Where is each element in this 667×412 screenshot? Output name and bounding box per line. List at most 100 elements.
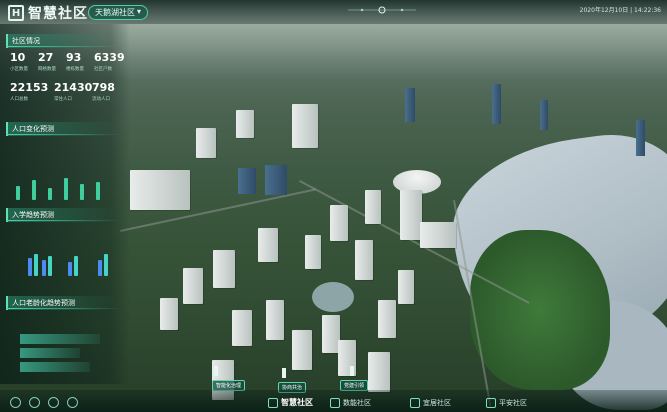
datetime-display: 2020年12月10日 | 14:22:36 bbox=[579, 7, 661, 14]
community-selector[interactable]: 天鹅湖社区 ▾ bbox=[88, 5, 148, 20]
stat-item: 798 流动人口 bbox=[92, 81, 120, 103]
nav-smart-community[interactable]: 智慧社区 bbox=[268, 397, 313, 408]
community-selector-value: 天鹅湖社区 bbox=[95, 8, 135, 17]
stat-item: 22153 人口总数 bbox=[10, 81, 49, 103]
data-icon bbox=[330, 398, 340, 408]
building bbox=[292, 104, 318, 148]
stat-value: 798 bbox=[92, 81, 115, 94]
divider bbox=[6, 308, 121, 309]
stat-value: 6339 bbox=[94, 51, 125, 64]
building bbox=[196, 128, 216, 158]
building bbox=[236, 110, 254, 138]
nav-livable-community[interactable]: 宜居社区 bbox=[410, 398, 451, 408]
building-icon bbox=[268, 397, 278, 408]
building bbox=[305, 235, 321, 269]
building bbox=[160, 298, 178, 330]
building bbox=[400, 190, 422, 240]
chart-bar bbox=[20, 334, 100, 344]
building bbox=[213, 250, 235, 288]
home-icon[interactable] bbox=[10, 397, 21, 408]
chart-bar bbox=[48, 188, 52, 200]
stat-value: 22153 bbox=[10, 81, 49, 94]
chart-bar bbox=[74, 256, 78, 276]
stat-value: 10 bbox=[10, 51, 26, 64]
nav-label: 宜居社区 bbox=[423, 399, 451, 407]
nav-label: 平安社区 bbox=[499, 399, 527, 407]
residential-pond bbox=[312, 282, 354, 312]
building bbox=[368, 352, 390, 392]
top-bar: H 智慧社区 天鹅湖社区 ▾ 2020年12月10日 | 14:22:36 bbox=[0, 0, 667, 24]
stat-item: 27 网格数量 bbox=[38, 52, 66, 73]
stat-item: 21430 常住人口 bbox=[54, 81, 93, 103]
stat-value: 93 bbox=[66, 51, 82, 64]
tower bbox=[636, 120, 645, 156]
nav-safe-community[interactable]: 平安社区 bbox=[486, 398, 527, 408]
stat-item: 93 楼栋数量 bbox=[66, 51, 94, 73]
stat-label: 楼栋数量 bbox=[66, 67, 84, 72]
quick-tools bbox=[10, 397, 78, 408]
building bbox=[398, 270, 414, 304]
nav-data-community[interactable]: 数能社区 bbox=[330, 398, 371, 408]
stat-item: 6339 社区户数 bbox=[94, 51, 125, 73]
left-panel: 社区情况 10 小区数量 27 网格数量 93 楼栋数量 6339 社区户数 2… bbox=[0, 24, 130, 384]
nav-label: 数能社区 bbox=[343, 399, 371, 407]
stat-label: 人口总数 bbox=[10, 97, 28, 102]
stat-label: 小区数量 bbox=[10, 67, 28, 72]
settings-icon[interactable] bbox=[67, 397, 78, 408]
map-pin[interactable] bbox=[282, 368, 286, 378]
building bbox=[355, 240, 373, 280]
chart-bar bbox=[68, 262, 72, 276]
building bbox=[183, 268, 203, 304]
chart-bar bbox=[96, 182, 100, 200]
chart-bar bbox=[28, 258, 32, 276]
divider bbox=[6, 46, 121, 47]
tower bbox=[540, 100, 548, 130]
map-pin[interactable] bbox=[350, 366, 354, 376]
chart-bar bbox=[104, 254, 108, 276]
building bbox=[378, 300, 396, 338]
chart-bar bbox=[80, 184, 84, 200]
chart-bar bbox=[20, 362, 90, 372]
tower bbox=[405, 88, 415, 122]
tower bbox=[492, 84, 501, 124]
home-icon bbox=[410, 398, 420, 408]
tower bbox=[238, 168, 256, 194]
chart-bar bbox=[16, 186, 20, 200]
building bbox=[292, 330, 312, 370]
stat-label: 常住人口 bbox=[54, 97, 72, 102]
stat-label: 网格数量 bbox=[38, 67, 56, 72]
stat-value: 21430 bbox=[54, 81, 93, 94]
chevron-down-icon: ▾ bbox=[136, 7, 141, 16]
building bbox=[130, 170, 190, 210]
map-pin[interactable] bbox=[214, 366, 218, 376]
stat-label: 社区户数 bbox=[94, 67, 112, 72]
stat-item: 10 小区数量 bbox=[10, 51, 38, 73]
chart-bar bbox=[34, 254, 38, 276]
stat-label: 流动人口 bbox=[92, 97, 110, 102]
aging-trend-chart[interactable] bbox=[8, 316, 118, 376]
bottom-nav: 智慧社区 数能社区 宜居社区 平安社区 bbox=[0, 390, 667, 412]
chart-bar bbox=[32, 180, 36, 200]
building bbox=[420, 222, 456, 248]
location-icon[interactable] bbox=[48, 397, 59, 408]
school-trend-chart[interactable] bbox=[8, 224, 118, 276]
app-title: 智慧社区 bbox=[28, 6, 88, 22]
shield-icon bbox=[486, 398, 496, 408]
chart-bar bbox=[42, 260, 46, 276]
logo-mark-icon: H bbox=[8, 5, 24, 21]
chart-bar bbox=[20, 348, 80, 358]
population-change-chart[interactable] bbox=[8, 140, 118, 200]
app-logo: H 智慧社区 bbox=[8, 3, 88, 23]
header-decoration-icon bbox=[348, 6, 416, 14]
nav-label: 智慧社区 bbox=[281, 398, 313, 407]
divider bbox=[6, 134, 121, 135]
building bbox=[258, 228, 278, 262]
chart-bar bbox=[64, 178, 68, 200]
building bbox=[330, 205, 348, 241]
divider bbox=[6, 220, 121, 221]
building bbox=[232, 310, 252, 346]
chart-bar bbox=[48, 256, 52, 276]
chart-bar bbox=[98, 260, 102, 276]
building bbox=[266, 300, 284, 340]
layers-icon[interactable] bbox=[29, 397, 40, 408]
